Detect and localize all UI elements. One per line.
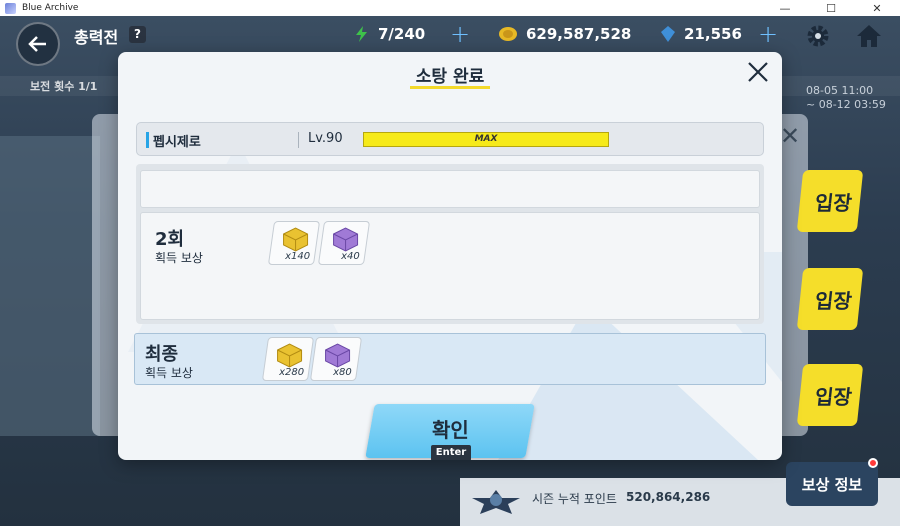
enter-button-1[interactable]: 입장 xyxy=(796,170,864,232)
attempt-count: 보전 횟수 1/1 xyxy=(30,80,98,93)
notification-dot xyxy=(868,458,878,468)
purple-box-icon xyxy=(333,227,359,252)
reward-qty: x40 xyxy=(341,251,361,262)
reward-item[interactable]: x40 xyxy=(317,221,371,265)
reward-list[interactable]: 2회 획득 보상 x140 x40 xyxy=(136,164,764,324)
enter-key-hint: Enter xyxy=(431,445,471,460)
reward-item[interactable]: x140 xyxy=(267,221,321,265)
final-reward-row: 최종 획득 보상 x280 x80 xyxy=(134,333,766,385)
gems-value: 21,556 xyxy=(684,25,742,43)
close-icon[interactable] xyxy=(746,60,770,84)
window-title: Blue Archive xyxy=(22,3,79,13)
season-dates: 08-05 11:00 ~ 08-12 03:59 xyxy=(806,84,886,112)
home-icon[interactable] xyxy=(856,24,882,48)
close-window-button[interactable]: ✕ xyxy=(854,0,900,16)
credits-value: 629,587,528 xyxy=(526,25,632,43)
emblem-icon xyxy=(472,490,520,514)
reward-row-previous xyxy=(140,170,760,208)
background-close-icon: ✕ xyxy=(780,122,801,150)
season-points-label: 시즌 누적 포인트 xyxy=(532,492,617,506)
back-button[interactable] xyxy=(16,22,60,66)
reward-row-sub: 획득 보상 xyxy=(155,251,203,265)
final-label: 최종 xyxy=(145,344,179,365)
title-underline xyxy=(410,86,490,89)
season-end: ~ 08-12 03:59 xyxy=(806,98,886,111)
character-separator xyxy=(298,132,299,148)
sweep-complete-modal: 소탕 완료 펩시제로 Lv.90 MAX 2회 획득 보상 x140 x40 최… xyxy=(118,52,782,460)
final-sub: 획득 보상 xyxy=(145,366,193,380)
page-title: 총력전 xyxy=(74,28,119,47)
ap-value: 7/240 xyxy=(378,25,426,43)
gold-box-icon xyxy=(277,343,303,368)
exp-bar: MAX xyxy=(363,132,609,147)
minimize-button[interactable]: — xyxy=(762,0,808,16)
reward-row: 2회 획득 보상 x140 x40 xyxy=(140,212,760,320)
character-name: 펩시제로 xyxy=(153,135,201,150)
season-points-value: 520,864,286 xyxy=(626,490,711,504)
pyroxene-gem-icon xyxy=(661,26,675,42)
character-row: 펩시제로 Lv.90 MAX xyxy=(136,122,764,156)
reward-info-button[interactable]: 보상 정보 xyxy=(786,462,878,506)
enter-button-3[interactable]: 입장 xyxy=(796,364,864,426)
character-accent-bar xyxy=(146,132,149,148)
ap-bolt-icon xyxy=(356,26,367,42)
modal-title: 소탕 완료 xyxy=(415,67,485,87)
final-reward-item[interactable]: x80 xyxy=(309,337,363,381)
character-level: Lv.90 xyxy=(308,131,343,146)
add-gems-button[interactable]: + xyxy=(758,20,778,48)
exp-label: MAX xyxy=(474,134,498,144)
season-start: 08-05 11:00 xyxy=(806,84,874,97)
background-panel xyxy=(0,136,100,436)
gear-icon[interactable] xyxy=(806,24,830,48)
final-reward-qty: x80 xyxy=(333,367,353,378)
maximize-button[interactable]: ☐ xyxy=(808,0,854,16)
confirm-label: 확인 xyxy=(432,418,469,442)
app-icon xyxy=(5,2,16,14)
final-reward-qty: x280 xyxy=(279,367,305,378)
add-ap-button[interactable]: + xyxy=(450,20,470,48)
reward-qty: x140 xyxy=(285,251,311,262)
enter-button-2[interactable]: 입장 xyxy=(796,268,864,330)
purple-box-icon xyxy=(325,343,351,368)
gold-box-icon xyxy=(283,227,309,252)
help-icon[interactable]: ? xyxy=(129,26,146,43)
reward-row-label: 2회 xyxy=(155,229,185,250)
window-titlebar: Blue Archive — ☐ ✕ xyxy=(0,0,900,16)
final-reward-item[interactable]: x280 xyxy=(261,337,315,381)
credit-coin-icon xyxy=(499,27,517,41)
arrow-left-icon xyxy=(28,36,46,52)
